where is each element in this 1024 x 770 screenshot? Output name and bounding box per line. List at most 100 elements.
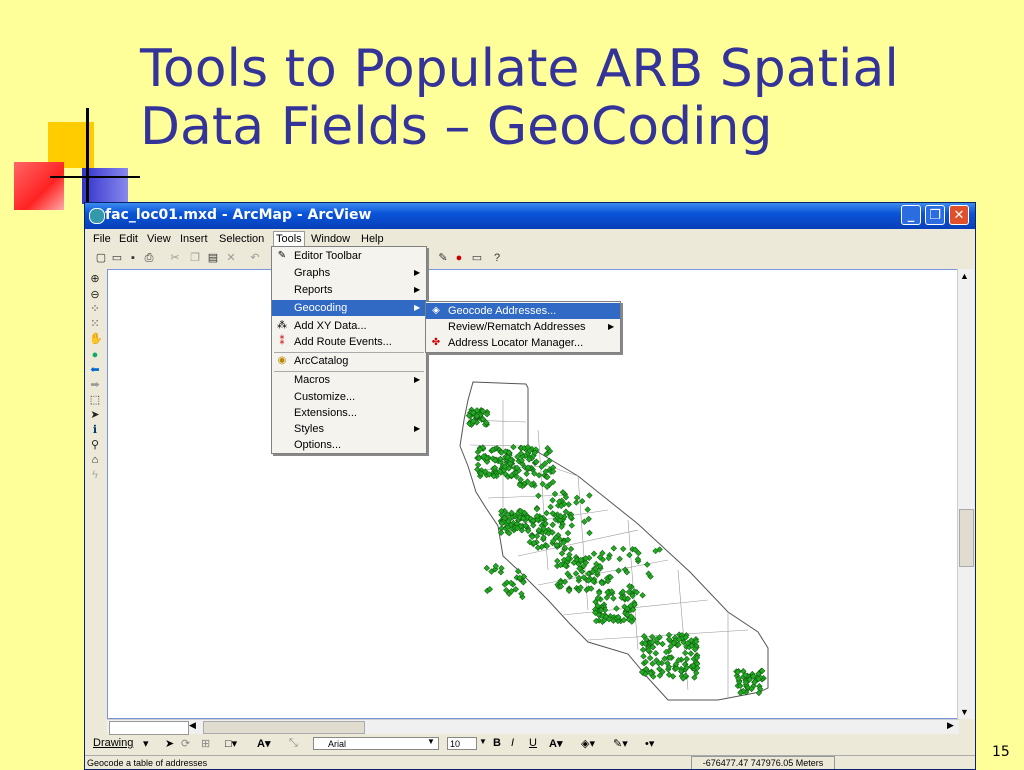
- route-icon: ⁑: [279, 336, 285, 347]
- measure-icon[interactable]: ⌂: [89, 454, 101, 466]
- menu-file[interactable]: File: [93, 233, 111, 245]
- facility-point: [498, 565, 505, 572]
- italic-button[interactable]: I: [511, 737, 514, 749]
- zoom-in-icon[interactable]: ⊕: [89, 273, 101, 285]
- bold-button[interactable]: B: [493, 737, 501, 749]
- menu-item-review-rematch-addresses[interactable]: Review/Rematch Addresses ▶: [426, 319, 620, 335]
- drawing-menu[interactable]: Drawing: [93, 737, 133, 749]
- arctoolbox-icon[interactable]: ●: [453, 252, 465, 264]
- new-document-icon[interactable]: ▢: [95, 252, 107, 264]
- menu-item-address-locator-manager[interactable]: ✤ Address Locator Manager...: [426, 335, 620, 351]
- menu-item-customize[interactable]: Customize...: [272, 389, 426, 405]
- paste-icon[interactable]: ▤: [207, 252, 219, 264]
- page-number: 15: [992, 744, 1010, 760]
- pan-icon[interactable]: ✋: [89, 333, 103, 345]
- menu-insert[interactable]: Insert: [180, 233, 208, 245]
- close-button[interactable]: ✕: [949, 205, 969, 225]
- menu-item-macros[interactable]: Macros ▶: [272, 372, 426, 388]
- geocoding-submenu: ◈ Geocode Addresses... Review/Rematch Ad…: [425, 301, 621, 353]
- font-color-icon[interactable]: A▾: [549, 737, 562, 750]
- vertical-scrollbar[interactable]: ▲ ▼: [957, 269, 974, 719]
- cut-icon[interactable]: ✂: [169, 252, 181, 264]
- select-element-icon[interactable]: ➤: [165, 737, 174, 750]
- menu-item-extensions[interactable]: Extensions...: [272, 405, 426, 421]
- font-select[interactable]: Arial: [313, 737, 439, 750]
- submenu-arrow-icon: ▶: [414, 268, 421, 277]
- menu-item-add-route-events[interactable]: ⁑ Add Route Events...: [272, 334, 426, 350]
- slide-title-line-2: Data Fields – GeoCoding: [140, 97, 773, 157]
- california-outline: [459, 381, 769, 701]
- menu-window[interactable]: Window: [311, 233, 350, 245]
- underline-button[interactable]: U: [529, 737, 537, 749]
- marker-color-icon[interactable]: •▾: [645, 737, 654, 750]
- undo-icon[interactable]: ↶: [249, 252, 261, 264]
- font-size-dropdown-icon[interactable]: ▼: [479, 737, 487, 746]
- editor-icon: ✎: [277, 250, 287, 261]
- horizontal-scrollbar[interactable]: ◀ ▶: [107, 719, 959, 735]
- decoration-vertical-line: [86, 108, 89, 208]
- view-switcher[interactable]: [109, 721, 189, 735]
- menu-item-styles[interactable]: Styles ▶: [272, 421, 426, 437]
- menu-edit[interactable]: Edit: [119, 233, 138, 245]
- fixed-zoom-out-icon[interactable]: ⁙: [89, 318, 101, 330]
- menu-item-editor-toolbar[interactable]: ✎ Editor Toolbar: [272, 248, 426, 264]
- scroll-down-icon[interactable]: ▼: [960, 707, 969, 717]
- save-icon[interactable]: ▪: [127, 252, 139, 264]
- font-size-select[interactable]: 10: [447, 737, 477, 750]
- print-icon[interactable]: ⎙: [143, 252, 155, 264]
- select-features-icon[interactable]: ⬚: [89, 394, 101, 406]
- menu-item-geocoding[interactable]: Geocoding ▶: [272, 300, 426, 316]
- hyperlink-icon[interactable]: ϟ: [89, 469, 101, 481]
- slide-title-line-1: Tools to Populate ARB Spatial: [140, 39, 899, 99]
- submenu-arrow-icon: ▶: [414, 303, 421, 312]
- forward-extent-icon[interactable]: ➡: [89, 379, 101, 391]
- menu-item-geocode-addresses[interactable]: ◈ Geocode Addresses...: [426, 303, 620, 319]
- decoration-horizontal-line: [50, 176, 140, 178]
- full-extent-icon[interactable]: ●: [89, 349, 101, 361]
- font-dropdown-icon[interactable]: ▼: [427, 737, 435, 746]
- facility-point: [483, 564, 490, 572]
- window-icon[interactable]: ▭: [471, 252, 483, 264]
- menu-selection[interactable]: Selection: [219, 233, 264, 245]
- delete-icon[interactable]: ✕: [225, 252, 237, 264]
- scroll-left-icon[interactable]: ◀: [189, 720, 196, 731]
- open-icon[interactable]: ▭: [111, 252, 123, 264]
- scroll-right-icon[interactable]: ▶: [947, 720, 954, 731]
- slide-title: Tools to Populate ARB Spatial Data Field…: [140, 40, 1000, 156]
- menu-view[interactable]: View: [147, 233, 171, 245]
- copy-icon[interactable]: ❐: [189, 252, 201, 264]
- window-title: fac_loc01.mxd - ArcMap - ArcView: [105, 207, 372, 223]
- title-bar[interactable]: fac_loc01.mxd - ArcMap - ArcView _ ❐ ✕: [85, 203, 975, 229]
- standard-toolbar: ▢ ▭ ▪ ⎙ ✂ ❐ ▤ ✕ ↶ ✎ ● ▭ ?: [85, 249, 975, 269]
- horizontal-scroll-thumb[interactable]: [203, 721, 365, 734]
- menu-help[interactable]: Help: [361, 233, 384, 245]
- menu-item-graphs[interactable]: Graphs ▶: [272, 265, 426, 281]
- menu-item-add-xy-data[interactable]: ⁂ Add XY Data...: [272, 318, 426, 334]
- menu-item-options[interactable]: Options...: [272, 437, 426, 453]
- line-color-icon[interactable]: ✎▾: [613, 737, 628, 750]
- zoom-out-icon[interactable]: ⊖: [89, 289, 101, 301]
- vertical-scroll-thumb[interactable]: [959, 509, 974, 567]
- fill-color-icon[interactable]: ◈▾: [581, 737, 595, 750]
- minimize-button[interactable]: _: [901, 205, 921, 225]
- whats-this-icon[interactable]: ?: [491, 252, 503, 264]
- scroll-up-icon[interactable]: ▲: [960, 271, 969, 281]
- menu-tools[interactable]: Tools: [273, 231, 305, 247]
- rotate-icon[interactable]: ⟳: [181, 737, 190, 750]
- select-elements-icon[interactable]: ➤: [89, 409, 101, 421]
- text-icon[interactable]: A▾: [257, 737, 270, 750]
- find-icon[interactable]: ⚲: [89, 439, 101, 451]
- menu-item-reports[interactable]: Reports ▶: [272, 282, 426, 298]
- identify-icon[interactable]: ℹ: [89, 424, 101, 436]
- rectangle-icon[interactable]: □▾: [225, 737, 237, 750]
- edit-vertices-icon[interactable]: ⤡: [289, 737, 298, 750]
- geocode-icon: ◈: [432, 305, 440, 316]
- restore-button[interactable]: ❐: [925, 205, 945, 225]
- menu-item-arccatalog[interactable]: ◉ ArcCatalog: [272, 353, 426, 369]
- zoom-whole-page-icon[interactable]: ⊞: [201, 737, 210, 750]
- fixed-zoom-in-icon[interactable]: ⁘: [89, 303, 101, 315]
- drawing-dropdown-arrow-icon[interactable]: ▾: [143, 737, 149, 750]
- editor-toolbar-icon[interactable]: ✎: [437, 252, 449, 264]
- back-extent-icon[interactable]: ⬅: [89, 364, 101, 376]
- decoration-red-square: [14, 162, 64, 210]
